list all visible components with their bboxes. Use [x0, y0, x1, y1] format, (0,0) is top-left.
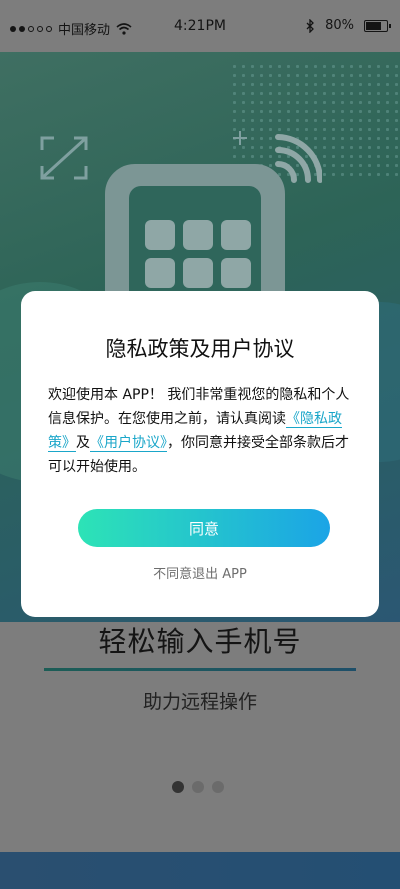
onboarding-subline: 助力远程操作 [142, 691, 257, 713]
status-bar: 中国移动 4:21PM 80% [0, 0, 400, 52]
bluetooth-icon [306, 18, 315, 33]
user-agreement-link[interactable]: 《用户协议》 [90, 435, 167, 452]
expand-icon [40, 136, 88, 180]
dialog-text-connector: 及 [76, 435, 90, 451]
dialog-body: 欢迎使用本 APP！ 我们非常重视您的隐私和个人信息保护。在您使用之前，请认真阅… [48, 383, 355, 479]
bottom-bar [0, 852, 400, 889]
onboarding-headline: 轻松输入手机号 [98, 625, 302, 658]
agree-button[interactable]: 同意 [78, 509, 330, 547]
headline-underline [44, 668, 356, 671]
keypad-illustration [145, 220, 255, 288]
status-right: 80% [306, 18, 391, 33]
page-indicator [172, 781, 224, 793]
signal-waves-icon [275, 134, 322, 183]
page-dot[interactable] [192, 781, 204, 793]
plus-icon [233, 131, 247, 145]
decline-exit-button[interactable]: 不同意退出 APP [21, 563, 379, 582]
privacy-dialog: 隐私政策及用户协议 欢迎使用本 APP！ 我们非常重视您的隐私和个人信息保护。在… [21, 291, 379, 617]
dialog-title: 隐私政策及用户协议 [105, 337, 295, 361]
page-dot[interactable] [212, 781, 224, 793]
battery-icon [364, 19, 391, 32]
battery-percent: 80% [325, 18, 354, 33]
page-dot[interactable] [172, 781, 184, 793]
